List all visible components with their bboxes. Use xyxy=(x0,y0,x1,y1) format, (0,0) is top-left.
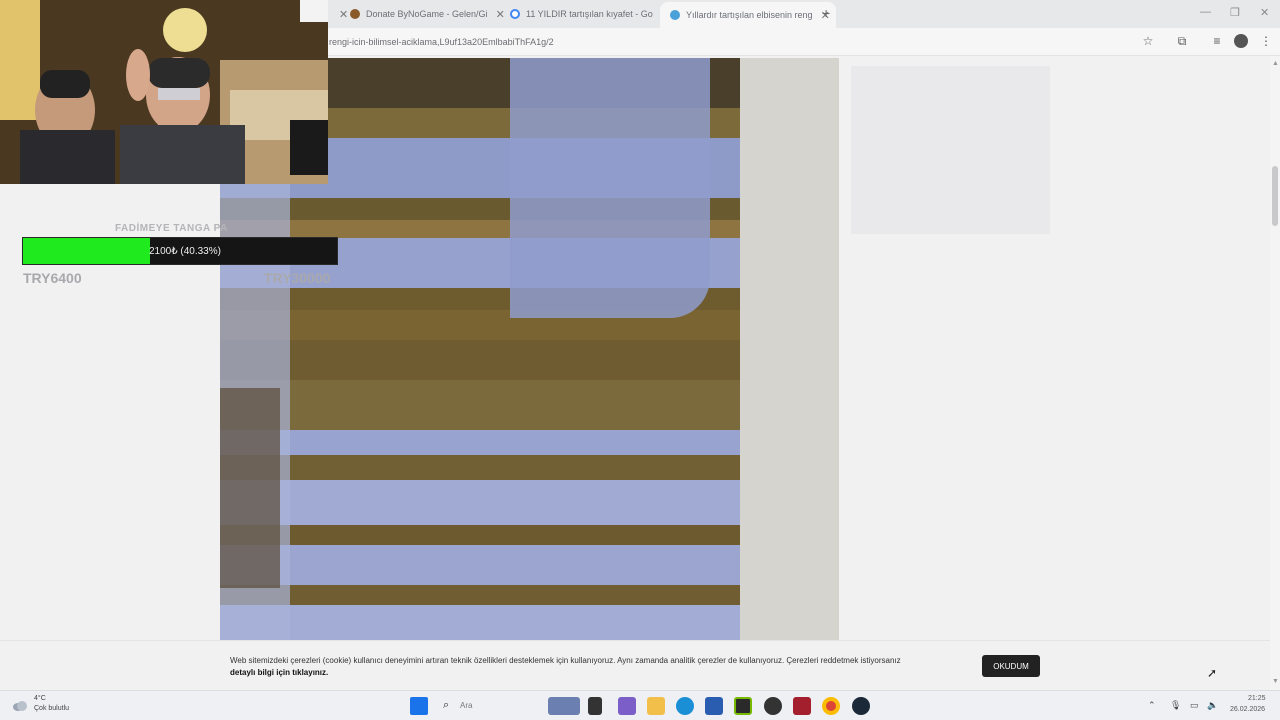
nvidia-icon[interactable] xyxy=(734,697,752,715)
donation-goal-min: TRY6400 xyxy=(23,270,82,286)
streamer-webcam xyxy=(0,0,328,184)
search-icon[interactable]: ⌕ xyxy=(443,699,449,712)
minimize-icon[interactable]: — xyxy=(1200,6,1211,18)
bookmark-star-icon[interactable]: ☆ xyxy=(1140,34,1156,48)
store-icon[interactable] xyxy=(705,697,723,715)
cookie-text: Web sitemizdeki çerezleri (cookie) kulla… xyxy=(230,655,960,679)
edge-icon[interactable] xyxy=(676,697,694,715)
page-scrollbar[interactable]: ▲ ▼ xyxy=(1270,56,1280,690)
tray-chevron-icon[interactable]: ⌃ xyxy=(1148,700,1156,711)
tab-label: Donate ByNoGame - Gelen/Gi xyxy=(366,9,488,19)
weather-temperature[interactable]: 4°C xyxy=(34,695,46,702)
tab-google-search[interactable]: 11 YILDIR tartışılan kıyafet - Go ✕ xyxy=(510,4,670,24)
profile-avatar-icon[interactable] xyxy=(1234,34,1248,48)
donation-goal-title: FADİMEYE TANGA PA xyxy=(115,223,228,234)
clock-time[interactable]: 21:25 xyxy=(1248,695,1266,702)
taskbar: 4°C Çok bulutlu ⌕ Ara ⌃ 🎙 ▭ 🔈 21:25 26.0… xyxy=(0,690,1280,720)
ad-placeholder xyxy=(851,66,1050,234)
tab-close-partial[interactable]: ✕ xyxy=(331,4,348,24)
volume-icon[interactable]: 🔈 xyxy=(1207,700,1218,711)
donation-goal-text: 2100₺ (40.33%) xyxy=(149,246,221,257)
cookie-details-link[interactable]: detaylı bilgi için tıklayınız. xyxy=(230,668,328,677)
app-icon[interactable] xyxy=(793,697,811,715)
bynogame-favicon-icon xyxy=(350,9,360,19)
close-icon[interactable]: ✕ xyxy=(496,8,505,21)
mouse-cursor-icon: ➚ xyxy=(1207,666,1218,680)
cookie-accept-button[interactable]: OKUDUM xyxy=(982,655,1040,677)
network-icon[interactable]: ▭ xyxy=(1190,700,1199,711)
maximize-icon[interactable]: ❐ xyxy=(1230,6,1240,19)
cloud-icon[interactable] xyxy=(12,698,28,712)
new-tab-icon[interactable]: + xyxy=(822,5,830,21)
taskbar-search[interactable]: Ara xyxy=(460,701,472,710)
file-explorer-icon[interactable] xyxy=(647,697,665,715)
window-close-icon[interactable]: ✕ xyxy=(1260,6,1269,19)
scroll-up-icon[interactable]: ▲ xyxy=(1272,60,1279,67)
site-favicon-icon xyxy=(670,10,680,20)
search-highlight-icon[interactable] xyxy=(548,697,580,715)
tab-donate[interactable]: Donate ByNoGame - Gelen/Gi ✕ xyxy=(350,4,505,24)
obs-icon[interactable] xyxy=(764,697,782,715)
tab-article[interactable]: Yıllardır tartışılan elbisenin reng ✕ xyxy=(660,2,836,28)
donation-goal-bar: 2100₺ (40.33%) xyxy=(22,237,338,265)
teams-icon[interactable] xyxy=(618,697,636,715)
donation-goal-max: TRY30000 xyxy=(264,270,331,286)
clock-date[interactable]: 26.02.2026 xyxy=(1230,706,1265,713)
media-control-icon[interactable]: ≡ xyxy=(1209,34,1225,48)
url-field[interactable]: rengi-icin-bilimsel-aciklama,L9uf13a20Em… xyxy=(329,37,554,47)
scroll-down-icon[interactable]: ▼ xyxy=(1272,678,1279,685)
google-favicon-icon xyxy=(510,9,520,19)
extensions-icon[interactable]: ⧉ xyxy=(1174,34,1190,49)
microphone-icon[interactable]: 🎙 xyxy=(1170,700,1181,711)
task-view-icon[interactable] xyxy=(588,697,602,715)
cookie-message: Web sitemizdeki çerezleri (cookie) kulla… xyxy=(230,656,901,665)
windows-start-icon[interactable] xyxy=(410,697,428,715)
tab-label: Yıllardır tartışılan elbisenin reng xyxy=(686,10,813,20)
menu-kebab-icon[interactable]: ⋮ xyxy=(1258,34,1274,48)
chrome-icon[interactable] xyxy=(822,697,840,715)
cookie-banner: Web sitemizdeki çerezleri (cookie) kulla… xyxy=(0,640,1270,690)
weather-description[interactable]: Çok bulutlu xyxy=(34,705,69,712)
scrollbar-thumb[interactable] xyxy=(1272,166,1278,226)
tab-label: 11 YILDIR tartışılan kıyafet - Go xyxy=(526,9,653,19)
steam-icon[interactable] xyxy=(852,697,870,715)
donation-goal-fill xyxy=(23,238,150,264)
